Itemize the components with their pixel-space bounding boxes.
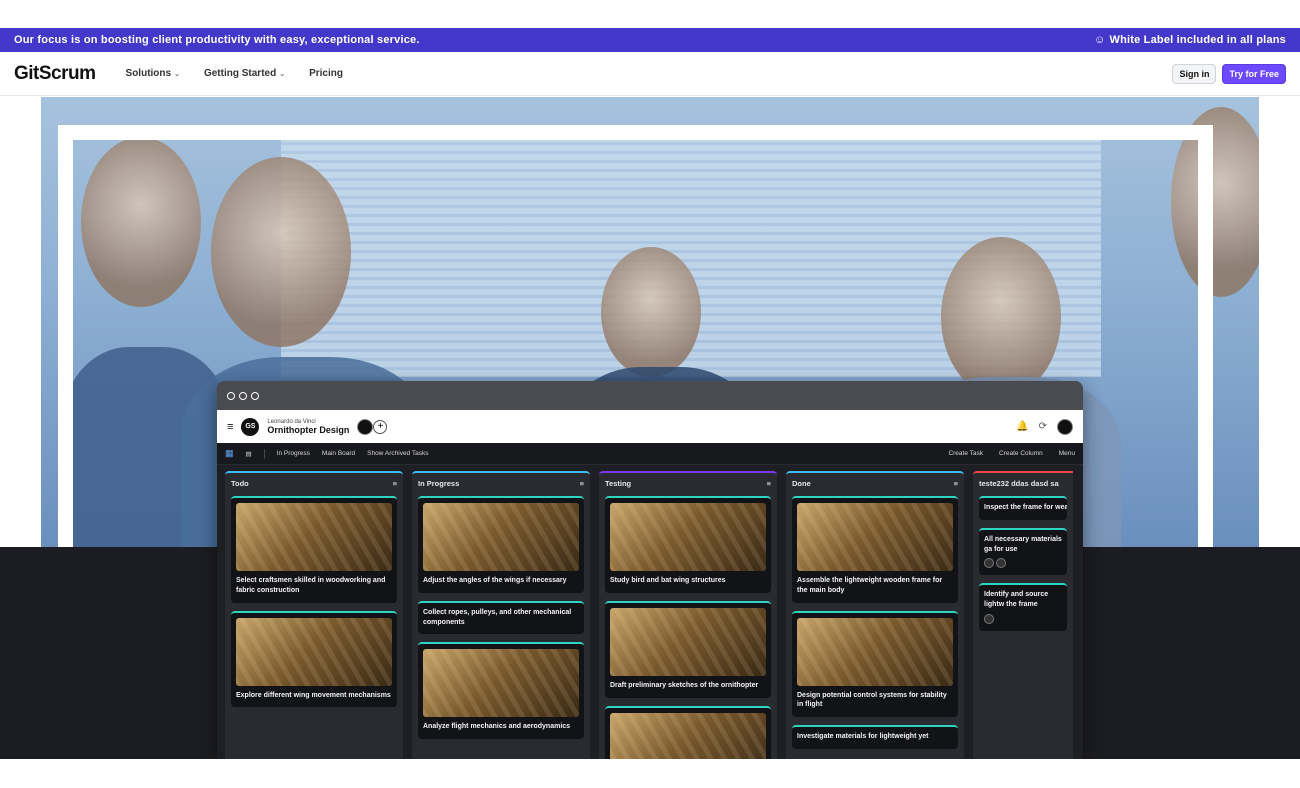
task-card[interactable]: Assemble the lightweight wooden frame fo… [792, 496, 958, 603]
nav-getting-started[interactable]: Getting Started ⌄ [204, 68, 285, 79]
task-card[interactable] [605, 705, 771, 759]
board-view-icon[interactable]: ▦ [225, 448, 234, 459]
task-image [797, 503, 953, 571]
kanban-board: Todo ≡ Select craftsmen skilled in woodwo… [225, 471, 1073, 759]
try-free-button[interactable]: Try for Free [1222, 63, 1286, 84]
nav-solutions[interactable]: Solutions ⌄ [126, 68, 180, 79]
sign-in-button[interactable]: Sign in [1172, 63, 1217, 84]
task-image [236, 617, 392, 686]
nav-actions: Sign in Try for Free [1172, 63, 1286, 84]
header-actions: 🔔 ⟳ [1016, 418, 1073, 435]
task-card[interactable]: Inspect the frame for wea [979, 496, 1067, 520]
bell-icon[interactable]: 🔔 [1016, 421, 1028, 432]
toolbar-right: Create Task Create Column Menu [948, 450, 1075, 457]
task-image [610, 712, 766, 759]
chevron-down-icon: ⌄ [279, 70, 286, 78]
window-dot-icon[interactable] [239, 391, 247, 400]
top-spacer [0, 0, 1300, 28]
column-menu-icon[interactable]: ≡ [393, 479, 397, 488]
create-task-button[interactable]: Create Task [948, 450, 983, 457]
window-dot-icon[interactable] [227, 391, 235, 400]
timer-icon[interactable]: ⟳ [1039, 421, 1047, 432]
hamburger-icon[interactable]: ≡ [227, 421, 233, 433]
project-logo-icon: GS [241, 417, 260, 436]
add-member-icon[interactable]: + [373, 419, 388, 434]
table-view-icon[interactable]: ▤ [246, 450, 252, 458]
task-image [797, 617, 953, 686]
column-title: teste232 ddas dasd sa [979, 479, 1059, 488]
avatar[interactable] [357, 418, 374, 435]
column-menu-icon[interactable]: ≡ [767, 479, 771, 488]
column-title: Testing [605, 479, 632, 488]
menu-button[interactable]: Menu [1059, 450, 1075, 457]
window-dot-icon[interactable] [251, 391, 259, 400]
avatar [996, 558, 1006, 569]
promo-text: Our focus is on boosting client producti… [14, 34, 420, 46]
task-card[interactable]: Explore different wing movement mechanis… [231, 610, 397, 708]
task-card[interactable]: Design potential control systems for sta… [792, 610, 958, 718]
task-card[interactable]: Investigate materials for lightweight ye… [792, 725, 958, 749]
project-title[interactable]: Leonardo da Vinci Ornithopter Design [267, 419, 349, 435]
column-title: In Progress [418, 479, 460, 488]
avatar [984, 558, 994, 569]
task-image [610, 503, 766, 571]
smile-icon: ☺ [1094, 34, 1106, 46]
task-card[interactable]: Draft preliminary sketches of the ornith… [605, 600, 771, 698]
bottom-spacer [0, 759, 1300, 788]
column-done: Done ≡ Assemble the lightweight wooden fr… [786, 471, 964, 759]
toolbar-show-archived[interactable]: Show Archived Tasks [367, 450, 428, 457]
column-title: Done [792, 479, 811, 488]
white-label-text: White Label included in all plans [1109, 34, 1286, 46]
task-card[interactable]: Adjust the angles of the wings if necess… [418, 496, 584, 593]
toolbar-in-progress[interactable]: In Progress [277, 450, 310, 457]
task-card[interactable]: Study bird and bat wing structures [605, 496, 771, 593]
task-card[interactable]: Identify and source lightw the frame [979, 583, 1067, 631]
hero-section: ≡ GS Leonardo da Vinci Ornithopter Desig… [0, 97, 1300, 759]
column-title: Todo [231, 479, 249, 488]
promo-bar: Our focus is on boosting client producti… [0, 28, 1300, 52]
main-nav: GitScrum Solutions ⌄ Getting Started ⌄ Pri… [0, 52, 1300, 96]
task-card[interactable]: All necessary materials ga for use [979, 527, 1067, 576]
board-toolbar: ▦ ▤ In Progress Main Board Show Archived… [217, 443, 1083, 465]
avatar [984, 613, 994, 624]
column-menu-icon[interactable]: ≡ [954, 479, 958, 488]
column-in-progress: In Progress ≡ Adjust the angles of the wi… [412, 471, 590, 759]
avatar[interactable] [1057, 418, 1073, 435]
nav-pricing[interactable]: Pricing [309, 68, 343, 79]
nav-menu: Solutions ⌄ Getting Started ⌄ Pricing [126, 68, 367, 79]
task-image [236, 503, 392, 571]
column-testing: Testing ≡ Study bird and bat wing structu… [599, 471, 777, 759]
window-titlebar [217, 381, 1083, 410]
task-card[interactable]: Collect ropes, pulleys, and other mechan… [418, 600, 584, 635]
column-todo: Todo ≡ Select craftsmen skilled in woodwo… [225, 471, 403, 759]
create-column-button[interactable]: Create Column [999, 450, 1043, 457]
task-card[interactable]: Analyze flight mechanics and aerodynamic… [418, 642, 584, 740]
logo[interactable]: GitScrum [14, 63, 96, 85]
column-menu-icon[interactable]: ≡ [580, 479, 584, 488]
promo-right: ☺ White Label included in all plans [1094, 34, 1286, 46]
toolbar-main-board[interactable]: Main Board [322, 450, 355, 457]
column-teste232: teste232 ddas dasd sa Inspect the frame … [973, 471, 1073, 759]
task-image [423, 649, 579, 718]
chevron-down-icon: ⌄ [174, 70, 180, 78]
task-image [423, 503, 579, 571]
task-image [610, 607, 766, 676]
app-header: ≡ GS Leonardo da Vinci Ornithopter Desig… [217, 410, 1083, 443]
app-window: ≡ GS Leonardo da Vinci Ornithopter Desig… [217, 381, 1083, 759]
task-card[interactable]: Select craftsmen skilled in woodworking … [231, 496, 397, 603]
